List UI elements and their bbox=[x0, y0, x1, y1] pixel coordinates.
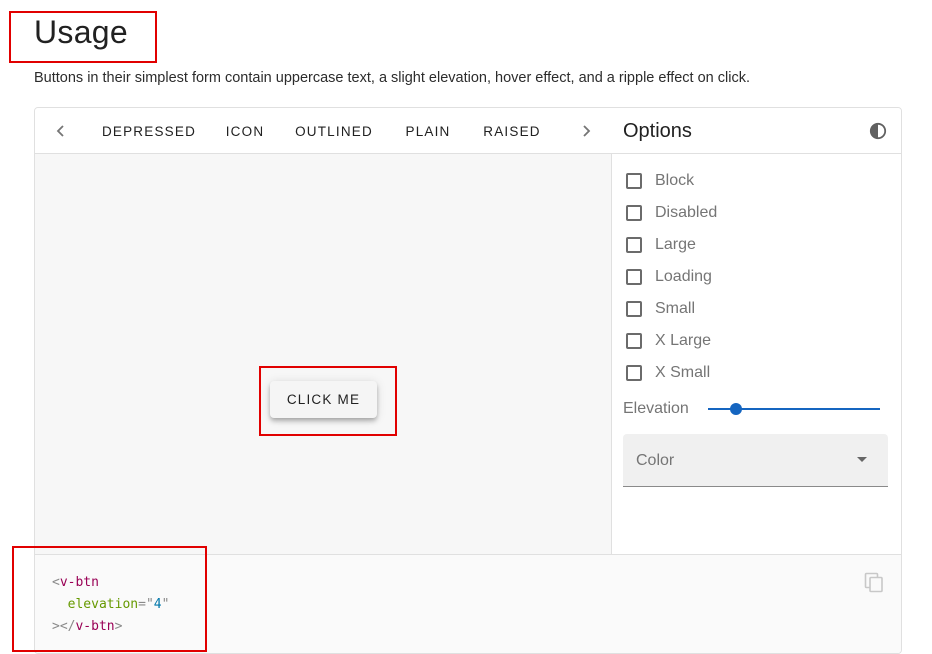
tab-outlined[interactable]: OUTLINED bbox=[287, 108, 381, 154]
color-select-label: Color bbox=[636, 452, 675, 469]
tab-raised[interactable]: RAISED bbox=[475, 108, 549, 154]
option-label: Small bbox=[655, 300, 696, 317]
option-disabled[interactable]: Disabled bbox=[626, 201, 717, 225]
tabs-next-button[interactable] bbox=[560, 108, 612, 154]
color-select[interactable]: Color bbox=[623, 434, 888, 487]
option-small[interactable]: Small bbox=[626, 297, 695, 321]
tab-icon[interactable]: ICON bbox=[213, 108, 277, 154]
checkbox-x-small[interactable] bbox=[626, 365, 642, 381]
caret-down-icon bbox=[857, 457, 867, 462]
option-label: X Large bbox=[655, 332, 712, 349]
checkbox-block[interactable] bbox=[626, 173, 642, 189]
checkbox-loading[interactable] bbox=[626, 269, 642, 285]
option-label: Disabled bbox=[655, 204, 718, 221]
code-highlight-box bbox=[12, 546, 207, 652]
chevron-left-icon bbox=[56, 125, 64, 137]
checkbox-disabled[interactable] bbox=[626, 205, 642, 221]
checkbox-x-large[interactable] bbox=[626, 333, 642, 349]
preview-area: CLICK ME bbox=[35, 154, 612, 554]
option-loading[interactable]: Loading bbox=[626, 265, 712, 289]
checkbox-small[interactable] bbox=[626, 301, 642, 317]
tab-plain[interactable]: PLAIN bbox=[391, 108, 465, 154]
option-label: Block bbox=[655, 172, 695, 189]
tab-depressed[interactable]: DEPRESSED bbox=[95, 108, 203, 154]
click-me-button[interactable]: CLICK ME bbox=[270, 381, 377, 418]
option-block[interactable]: Block bbox=[626, 169, 694, 193]
options-panel: Options Block Disabled Large Loading Sma… bbox=[612, 108, 901, 554]
variant-tabs: DEPRESSED ICON OUTLINED PLAIN RAISED bbox=[35, 108, 612, 154]
elevation-slider[interactable] bbox=[708, 398, 880, 420]
slider-thumb[interactable] bbox=[730, 403, 742, 415]
option-x-small[interactable]: X Small bbox=[626, 361, 710, 385]
page-description: Buttons in their simplest form contain u… bbox=[34, 70, 750, 86]
option-large[interactable]: Large bbox=[626, 233, 696, 257]
option-label: Large bbox=[655, 236, 696, 253]
elevation-label: Elevation bbox=[623, 400, 689, 417]
options-header: Options bbox=[612, 108, 901, 154]
contrast-icon[interactable] bbox=[869, 122, 887, 140]
option-label: X Small bbox=[655, 364, 711, 381]
page-title: Usage bbox=[34, 14, 128, 50]
checkbox-large[interactable] bbox=[626, 237, 642, 253]
copy-icon[interactable] bbox=[863, 571, 885, 593]
chevron-right-icon bbox=[583, 125, 591, 137]
options-title: Options bbox=[623, 120, 692, 142]
tabs-prev-button[interactable] bbox=[35, 108, 87, 154]
option-x-large[interactable]: X Large bbox=[626, 329, 711, 353]
option-label: Loading bbox=[655, 268, 712, 285]
